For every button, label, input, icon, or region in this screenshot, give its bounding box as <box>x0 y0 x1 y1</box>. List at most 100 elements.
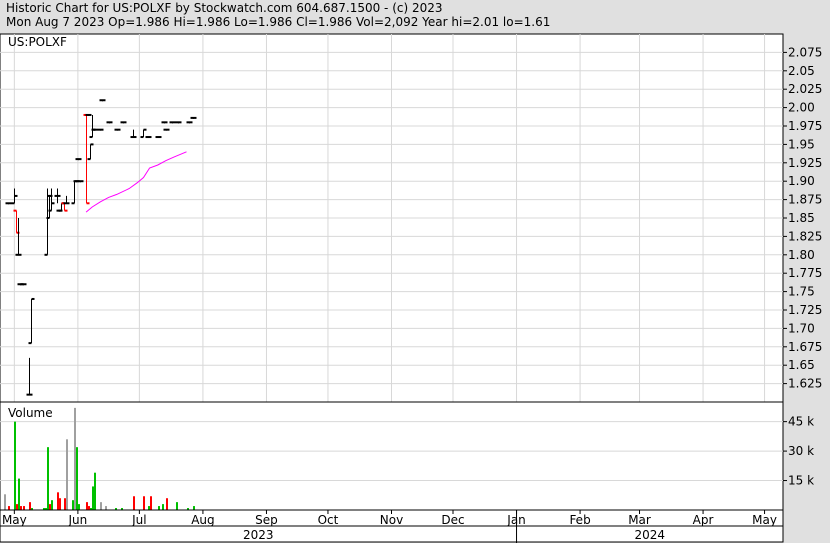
ohlc-bar <box>85 113 92 116</box>
ohlc-bar <box>155 136 162 139</box>
month-label: Jun <box>68 513 88 527</box>
ohlc-bar <box>20 283 27 286</box>
price-tick-label: 1.925 <box>788 156 822 170</box>
volume-bar <box>20 506 22 510</box>
price-tick-label: 1.975 <box>788 119 822 133</box>
price-tick-label: 1.825 <box>788 229 822 243</box>
volume-bar <box>92 486 94 510</box>
volume-bar <box>49 504 51 510</box>
volume-title: Volume <box>8 406 53 420</box>
ohlc-bar <box>186 121 193 124</box>
price-tick-label: 2.075 <box>788 45 822 59</box>
ohlc-bar <box>145 136 152 139</box>
year-label: 2024 <box>634 528 665 542</box>
volume-bar <box>166 498 168 510</box>
month-label: Apr <box>693 513 714 527</box>
volume-bar <box>94 472 96 510</box>
price-tick-label: 1.625 <box>788 377 822 391</box>
volume-bar <box>100 502 102 510</box>
volume-bar <box>74 407 76 510</box>
ohlc-bar <box>114 128 121 131</box>
volume-bar <box>51 500 53 510</box>
price-tick-label: 1.85 <box>788 211 815 225</box>
volume-bar <box>105 506 107 510</box>
volume-tick-label: 30 k <box>788 444 814 458</box>
month-label: Nov <box>380 513 403 527</box>
volume-bar <box>29 502 31 510</box>
month-label: Oct <box>318 513 339 527</box>
ohlc-bar <box>91 128 98 131</box>
volume-bar <box>176 502 178 510</box>
year-label: 2023 <box>243 528 274 542</box>
ohlc-bar <box>163 128 170 131</box>
volume-bar <box>64 498 66 510</box>
volume-bar <box>150 496 152 510</box>
volume-bar <box>57 492 59 510</box>
ohlc-bar <box>120 121 127 124</box>
month-label: Mar <box>628 513 651 527</box>
month-label: May <box>2 513 27 527</box>
month-label: Aug <box>191 513 214 527</box>
volume-bar <box>76 447 78 510</box>
ohlc-bar <box>169 121 176 124</box>
price-tick-label: 1.95 <box>788 137 815 151</box>
price-tick-label: 1.675 <box>788 340 822 354</box>
volume-bar <box>8 506 10 510</box>
volume-bar <box>86 502 88 510</box>
volume-bar <box>72 500 74 510</box>
ohlc-bar <box>97 128 104 131</box>
volume-bar <box>47 447 49 510</box>
volume-y-axis: 45 k 30 k 15 k <box>783 415 814 488</box>
ohlc-bar <box>175 121 182 124</box>
ohlc-bar <box>99 99 106 102</box>
volume-plot-area <box>0 401 784 511</box>
volume-bar <box>162 504 164 510</box>
volume-panel: 45 k 30 k 15 k Volume <box>0 401 814 511</box>
ohlc-bar <box>106 121 113 124</box>
volume-bar <box>23 506 25 510</box>
volume-bar <box>78 504 80 510</box>
volume-bar <box>18 478 20 510</box>
volume-tick-label: 45 k <box>788 415 814 429</box>
volume-bar <box>143 496 145 510</box>
volume-bar <box>59 498 61 510</box>
volume-bar <box>14 421 16 510</box>
price-tick-label: 2.00 <box>788 101 815 115</box>
time-axis: May Jun Jul Aug Sep Oct Nov Dec Jan Feb Mar Apr May2… <box>0 509 784 543</box>
volume-bar <box>193 506 195 510</box>
chart-header-line1: Historic Chart for US:POLXF by Stockwatc… <box>6 1 443 15</box>
price-tick-label: 2.025 <box>788 82 822 96</box>
volume-bar <box>158 506 160 510</box>
volume-bar <box>148 506 150 510</box>
price-tick-label: 1.70 <box>788 321 815 335</box>
month-label: Feb <box>569 513 590 527</box>
chart-canvas: Historic Chart for US:POLXF by Stockwatc… <box>0 1 822 543</box>
volume-bar <box>88 506 90 510</box>
volume-tick-label: 15 k <box>788 474 814 488</box>
price-tick-label: 1.75 <box>788 285 815 299</box>
ohlc-bar <box>75 158 82 161</box>
volume-bar <box>66 439 68 510</box>
price-title: US:POLXF <box>8 35 67 49</box>
stock-chart: Historic Chart for US:POLXF by Stockwatc… <box>0 0 830 543</box>
ohlc-bar <box>5 202 12 205</box>
volume-bar <box>133 496 135 510</box>
month-label: May <box>752 513 777 527</box>
price-tick-label: 2.05 <box>788 64 815 78</box>
price-tick-label: 1.725 <box>788 303 822 317</box>
price-y-axis: 2.075 2.05 2.025 2.00 1.975 1.95 1.925 1.90 1.87… <box>783 45 822 391</box>
chart-header-line2: Mon Aug 7 2023 Op=1.986 Hi=1.986 Lo=1.98… <box>6 15 550 29</box>
price-tick-label: 1.90 <box>788 174 815 188</box>
volume-bar <box>16 504 18 510</box>
price-tick-label: 1.80 <box>788 248 815 262</box>
ohlc-bar <box>190 116 197 119</box>
month-label: Sep <box>255 513 278 527</box>
price-tick-label: 1.775 <box>788 266 822 280</box>
volume-bar <box>4 494 6 510</box>
month-label: Dec <box>441 513 464 527</box>
ohlc-bar <box>77 180 84 183</box>
price-tick-label: 1.875 <box>788 193 822 207</box>
month-label: Jul <box>131 513 146 527</box>
ohlc-bar <box>161 121 168 124</box>
price-tick-label: 1.65 <box>788 358 815 372</box>
